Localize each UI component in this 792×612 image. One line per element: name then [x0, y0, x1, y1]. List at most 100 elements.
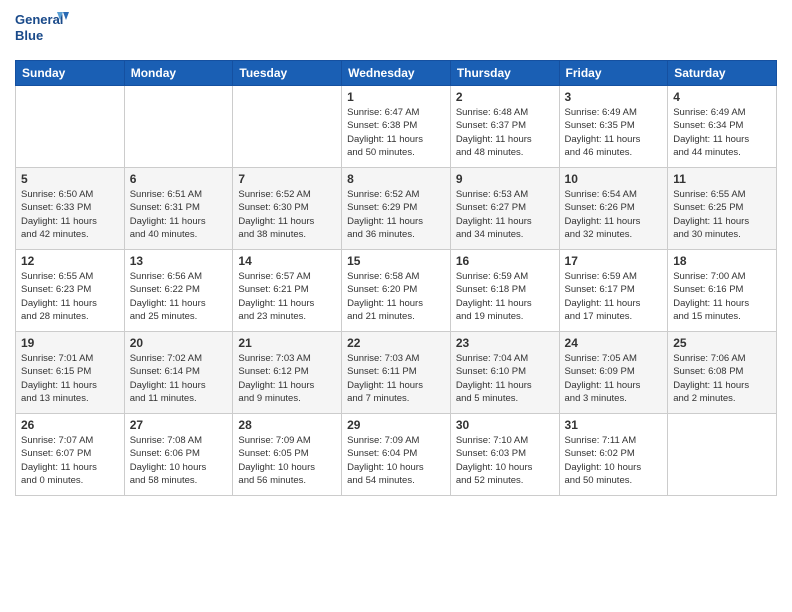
day-number: 23: [456, 336, 554, 350]
calendar-week-row: 12 Sunrise: 6:55 AMSunset: 6:23 PMDayligh…: [16, 250, 777, 332]
calendar-table: SundayMondayTuesdayWednesdayThursdayFrid…: [15, 60, 777, 496]
day-number: 15: [347, 254, 445, 268]
calendar-cell: 1 Sunrise: 6:47 AMSunset: 6:38 PMDaylight…: [342, 86, 451, 168]
day-number: 25: [673, 336, 771, 350]
day-info: Sunrise: 6:47 AMSunset: 6:38 PMDaylight:…: [347, 106, 445, 159]
day-info: Sunrise: 6:57 AMSunset: 6:21 PMDaylight:…: [238, 270, 336, 323]
calendar-cell: 13 Sunrise: 6:56 AMSunset: 6:22 PMDayligh…: [124, 250, 233, 332]
day-info: Sunrise: 7:01 AMSunset: 6:15 PMDaylight:…: [21, 352, 119, 405]
calendar-cell: 4Sunrise: 6:49 AMSunset: 6:34 PMDaylight…: [668, 86, 777, 168]
day-info: Sunrise: 7:03 AMSunset: 6:11 PMDaylight:…: [347, 352, 445, 405]
day-info: Sunrise: 7:10 AMSunset: 6:03 PMDaylight:…: [456, 434, 554, 487]
calendar-cell: [668, 414, 777, 496]
day-info: Sunrise: 6:48 AMSunset: 6:37 PMDaylight:…: [456, 106, 554, 159]
day-info: Sunrise: 7:00 AMSunset: 6:16 PMDaylight:…: [673, 270, 771, 323]
calendar-week-row: 19Sunrise: 7:01 AMSunset: 6:15 PMDayligh…: [16, 332, 777, 414]
day-number: 7: [238, 172, 336, 186]
calendar-cell: 26Sunrise: 7:07 AMSunset: 6:07 PMDayligh…: [16, 414, 125, 496]
calendar-week-row: 26Sunrise: 7:07 AMSunset: 6:07 PMDayligh…: [16, 414, 777, 496]
day-info: Sunrise: 6:59 AMSunset: 6:18 PMDaylight:…: [456, 270, 554, 323]
calendar-cell: 30Sunrise: 7:10 AMSunset: 6:03 PMDayligh…: [450, 414, 559, 496]
day-info: Sunrise: 7:02 AMSunset: 6:14 PMDaylight:…: [130, 352, 228, 405]
day-number: 21: [238, 336, 336, 350]
calendar-header-thursday: Thursday: [450, 61, 559, 86]
logo: General Blue: [15, 10, 75, 52]
calendar-cell: 31 Sunrise: 7:11 AMSunset: 6:02 PMDayligh…: [559, 414, 668, 496]
day-info: Sunrise: 7:03 AMSunset: 6:12 PMDaylight:…: [238, 352, 336, 405]
day-info: Sunrise: 6:51 AMSunset: 6:31 PMDaylight:…: [130, 188, 228, 241]
calendar-cell: 5Sunrise: 6:50 AMSunset: 6:33 PMDaylight…: [16, 168, 125, 250]
day-number: 22: [347, 336, 445, 350]
page-container: General Blue SundayMondayTuesdayWednesda…: [0, 0, 792, 612]
calendar-cell: 17 Sunrise: 6:59 AMSunset: 6:17 PMDayligh…: [559, 250, 668, 332]
svg-text:General: General: [15, 12, 63, 27]
page-header: General Blue: [15, 10, 777, 52]
calendar-cell: 6Sunrise: 6:51 AMSunset: 6:31 PMDaylight…: [124, 168, 233, 250]
day-info: Sunrise: 7:09 AMSunset: 6:05 PMDaylight:…: [238, 434, 336, 487]
day-number: 29: [347, 418, 445, 432]
day-number: 18: [673, 254, 771, 268]
calendar-header-sunday: Sunday: [16, 61, 125, 86]
calendar-cell: 29 Sunrise: 7:09 AMSunset: 6:04 PMDayligh…: [342, 414, 451, 496]
calendar-cell: 2Sunrise: 6:48 AMSunset: 6:37 PMDaylight…: [450, 86, 559, 168]
calendar-cell: 18 Sunrise: 7:00 AMSunset: 6:16 PMDayligh…: [668, 250, 777, 332]
day-info: Sunrise: 6:55 AMSunset: 6:25 PMDaylight:…: [673, 188, 771, 241]
day-info: Sunrise: 6:54 AMSunset: 6:26 PMDaylight:…: [565, 188, 663, 241]
calendar-cell: 22 Sunrise: 7:03 AMSunset: 6:11 PMDayligh…: [342, 332, 451, 414]
calendar-cell: 10 Sunrise: 6:54 AMSunset: 6:26 PMDayligh…: [559, 168, 668, 250]
calendar-cell: 14 Sunrise: 6:57 AMSunset: 6:21 PMDayligh…: [233, 250, 342, 332]
day-info: Sunrise: 7:11 AMSunset: 6:02 PMDaylight:…: [565, 434, 663, 487]
calendar-cell: 25Sunrise: 7:06 AMSunset: 6:08 PMDayligh…: [668, 332, 777, 414]
calendar-cell: 20 Sunrise: 7:02 AMSunset: 6:14 PMDayligh…: [124, 332, 233, 414]
day-number: 13: [130, 254, 228, 268]
calendar-cell: 7 Sunrise: 6:52 AMSunset: 6:30 PMDaylight…: [233, 168, 342, 250]
calendar-cell: [233, 86, 342, 168]
logo-svg: General Blue: [15, 10, 75, 52]
day-number: 5: [21, 172, 119, 186]
calendar-cell: 23Sunrise: 7:04 AMSunset: 6:10 PMDayligh…: [450, 332, 559, 414]
calendar-cell: 16 Sunrise: 6:59 AMSunset: 6:18 PMDayligh…: [450, 250, 559, 332]
day-info: Sunrise: 6:56 AMSunset: 6:22 PMDaylight:…: [130, 270, 228, 323]
calendar-cell: 3 Sunrise: 6:49 AMSunset: 6:35 PMDaylight…: [559, 86, 668, 168]
calendar-cell: 24 Sunrise: 7:05 AMSunset: 6:09 PMDayligh…: [559, 332, 668, 414]
calendar-cell: 15Sunrise: 6:58 AMSunset: 6:20 PMDayligh…: [342, 250, 451, 332]
day-number: 1: [347, 90, 445, 104]
calendar-cell: [124, 86, 233, 168]
calendar-cell: 21 Sunrise: 7:03 AMSunset: 6:12 PMDayligh…: [233, 332, 342, 414]
day-number: 3: [565, 90, 663, 104]
svg-text:Blue: Blue: [15, 28, 43, 43]
day-info: Sunrise: 6:53 AMSunset: 6:27 PMDaylight:…: [456, 188, 554, 241]
calendar-cell: 28Sunrise: 7:09 AMSunset: 6:05 PMDayligh…: [233, 414, 342, 496]
calendar-header-row: SundayMondayTuesdayWednesdayThursdayFrid…: [16, 61, 777, 86]
calendar-cell: 11 Sunrise: 6:55 AMSunset: 6:25 PMDayligh…: [668, 168, 777, 250]
calendar-cell: 19Sunrise: 7:01 AMSunset: 6:15 PMDayligh…: [16, 332, 125, 414]
day-number: 16: [456, 254, 554, 268]
day-number: 12: [21, 254, 119, 268]
day-info: Sunrise: 6:49 AMSunset: 6:35 PMDaylight:…: [565, 106, 663, 159]
day-info: Sunrise: 6:52 AMSunset: 6:30 PMDaylight:…: [238, 188, 336, 241]
calendar-week-row: 5Sunrise: 6:50 AMSunset: 6:33 PMDaylight…: [16, 168, 777, 250]
day-number: 14: [238, 254, 336, 268]
day-number: 10: [565, 172, 663, 186]
day-info: Sunrise: 7:08 AMSunset: 6:06 PMDaylight:…: [130, 434, 228, 487]
day-number: 8: [347, 172, 445, 186]
day-number: 11: [673, 172, 771, 186]
day-number: 26: [21, 418, 119, 432]
day-number: 20: [130, 336, 228, 350]
day-number: 31: [565, 418, 663, 432]
day-number: 24: [565, 336, 663, 350]
calendar-header-wednesday: Wednesday: [342, 61, 451, 86]
day-info: Sunrise: 6:55 AMSunset: 6:23 PMDaylight:…: [21, 270, 119, 323]
calendar-cell: 27Sunrise: 7:08 AMSunset: 6:06 PMDayligh…: [124, 414, 233, 496]
day-info: Sunrise: 7:05 AMSunset: 6:09 PMDaylight:…: [565, 352, 663, 405]
day-number: 4: [673, 90, 771, 104]
calendar-header-monday: Monday: [124, 61, 233, 86]
day-number: 17: [565, 254, 663, 268]
calendar-header-friday: Friday: [559, 61, 668, 86]
day-info: Sunrise: 6:59 AMSunset: 6:17 PMDaylight:…: [565, 270, 663, 323]
calendar-header-tuesday: Tuesday: [233, 61, 342, 86]
calendar-cell: 12 Sunrise: 6:55 AMSunset: 6:23 PMDayligh…: [16, 250, 125, 332]
calendar-week-row: 1 Sunrise: 6:47 AMSunset: 6:38 PMDaylight…: [16, 86, 777, 168]
day-info: Sunrise: 6:52 AMSunset: 6:29 PMDaylight:…: [347, 188, 445, 241]
day-info: Sunrise: 7:09 AMSunset: 6:04 PMDaylight:…: [347, 434, 445, 487]
